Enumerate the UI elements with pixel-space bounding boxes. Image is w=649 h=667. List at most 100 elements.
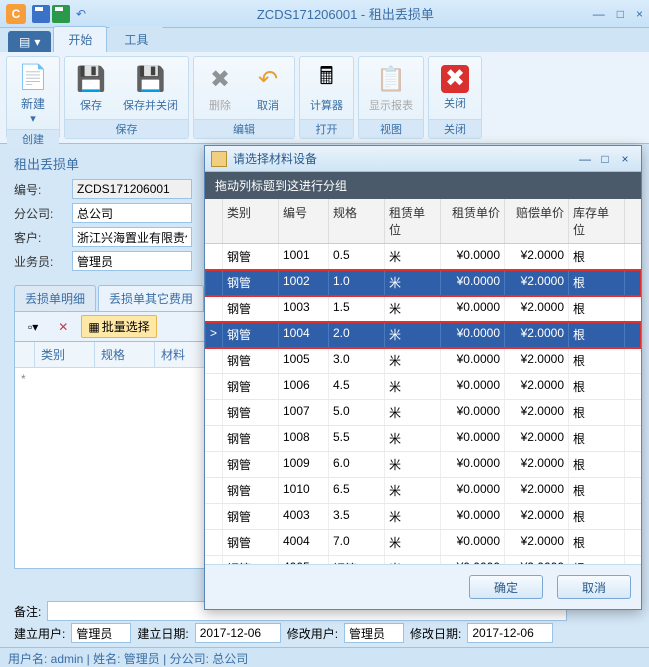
table-row[interactable]: 钢管10053.0米¥0.0000¥2.0000根 — [205, 348, 641, 374]
cell-comp: ¥2.0000 — [505, 478, 569, 503]
tab-loss-items[interactable]: 丢损单明细 — [14, 285, 96, 311]
qa-save-icon[interactable] — [32, 5, 50, 23]
dialog-cancel-button[interactable]: 取消 — [557, 575, 631, 599]
cell-code: 1004 — [279, 322, 329, 347]
col-category[interactable]: 类别 — [35, 342, 95, 367]
cell-stockunit: 根 — [569, 322, 625, 347]
table-row[interactable]: 钢管10085.5米¥0.0000¥2.0000根 — [205, 426, 641, 452]
table-row[interactable]: 钢管40047.0米¥0.0000¥2.0000根 — [205, 530, 641, 556]
clerk-field[interactable] — [72, 251, 192, 271]
cell-code: 1008 — [279, 426, 329, 451]
cell-code: 4004 — [279, 530, 329, 555]
remark-label: 备注: — [14, 603, 41, 620]
col-spec[interactable]: 规格 — [95, 342, 155, 367]
save-close-button[interactable]: 💾保存并关闭 — [119, 61, 182, 115]
table-row[interactable]: 钢管10010.5米¥0.0000¥2.0000根 — [205, 244, 641, 270]
dialog-close[interactable]: × — [615, 152, 635, 166]
quick-access: ↶ — [32, 5, 90, 23]
cell-spec: 1.0 — [329, 270, 385, 295]
save-close-icon: 💾 — [135, 63, 167, 95]
cell-category: 钢管 — [223, 530, 279, 555]
minimize-button[interactable]: — — [593, 7, 605, 21]
new-button[interactable]: 📄新建▾ — [13, 59, 53, 127]
tab-tools[interactable]: 工具 — [109, 26, 163, 52]
row-indicator — [205, 504, 223, 529]
group-open-label: 打开 — [300, 119, 353, 138]
cell-spec: 钢管5.0 — [329, 556, 385, 564]
col-dialog-spec[interactable]: 规格 — [329, 199, 385, 243]
col-dialog-rentprice[interactable]: 租赁单价 — [441, 199, 505, 243]
cell-rentprice: ¥0.0000 — [441, 530, 505, 555]
cdate-field — [195, 623, 281, 643]
cell-category: 钢管 — [223, 426, 279, 451]
col-dialog-category[interactable]: 类别 — [223, 199, 279, 243]
row-indicator — [205, 296, 223, 321]
file-tab[interactable]: ▤▾ — [8, 31, 51, 52]
close-button[interactable]: × — [636, 7, 643, 21]
cell-spec: 6.5 — [329, 478, 385, 503]
group-create-label: 创建 — [7, 129, 59, 148]
dialog-icon — [211, 151, 227, 167]
company-field[interactable] — [72, 203, 192, 223]
cell-spec: 5.0 — [329, 400, 385, 425]
dialog-minimize[interactable]: — — [575, 152, 595, 166]
cell-stockunit: 根 — [569, 530, 625, 555]
col-dialog-stockunit[interactable]: 库存单位 — [569, 199, 625, 243]
table-row[interactable]: >钢管10042.0米¥0.0000¥2.0000根 — [205, 322, 641, 348]
cell-stockunit: 根 — [569, 348, 625, 373]
delete-icon: ✖ — [204, 63, 236, 95]
cell-category: 钢管 — [223, 400, 279, 425]
cell-stockunit: 根 — [569, 374, 625, 399]
dialog-ok-button[interactable]: 确定 — [469, 575, 543, 599]
cell-rentunit: 米 — [385, 270, 441, 295]
add-row-button[interactable]: ▫▾ — [21, 317, 45, 337]
cell-rentprice: ¥0.0000 — [441, 348, 505, 373]
new-icon: 📄 — [17, 61, 49, 93]
customer-field[interactable] — [72, 227, 192, 247]
app-orb-icon[interactable]: C — [6, 4, 26, 24]
maximize-button[interactable]: □ — [617, 7, 624, 21]
close-doc-icon: ✖ — [441, 65, 469, 93]
dialog-titlebar[interactable]: 请选择材料设备 — □ × — [205, 146, 641, 172]
batch-select-button[interactable]: ▦批量选择 — [81, 315, 156, 338]
close-doc-button[interactable]: ✖关闭 — [435, 63, 475, 113]
dialog-maximize[interactable]: □ — [595, 152, 615, 166]
number-field[interactable] — [72, 179, 192, 199]
window-title: ZCDS171206001 - 租出丢损单 — [98, 4, 593, 23]
table-row[interactable]: 钢管10064.5米¥0.0000¥2.0000根 — [205, 374, 641, 400]
cancel-button[interactable]: ↶取消 — [248, 61, 288, 115]
remove-row-button[interactable]: ✕ — [51, 317, 75, 337]
cell-rentprice: ¥0.0000 — [441, 244, 505, 269]
tab-loss-fees[interactable]: 丢损单其它费用 — [98, 285, 204, 311]
statusbar: 用户名: admin | 姓名: 管理员 | 分公司: 总公司 — [0, 647, 649, 667]
group-by-bar[interactable]: 拖动列标题到这进行分组 — [205, 172, 641, 199]
cell-rentprice: ¥0.0000 — [441, 322, 505, 347]
group-open: 🖩计算器 打开 — [299, 56, 354, 139]
calculator-button[interactable]: 🖩计算器 — [306, 61, 347, 115]
qa-saveclose-icon[interactable] — [52, 5, 70, 23]
col-dialog-rentunit[interactable]: 租赁单位 — [385, 199, 441, 243]
cell-code: 1007 — [279, 400, 329, 425]
table-row[interactable]: 钢管10106.5米¥0.0000¥2.0000根 — [205, 478, 641, 504]
group-view-label: 视图 — [359, 119, 423, 138]
group-create: 📄新建▾ 创建 — [6, 56, 60, 139]
save-button[interactable]: 💾保存 — [71, 61, 111, 115]
cell-comp: ¥2.0000 — [505, 296, 569, 321]
table-row[interactable]: 钢管10021.0米¥0.0000¥2.0000根 — [205, 270, 641, 296]
cell-stockunit: 根 — [569, 400, 625, 425]
qa-undo-icon[interactable]: ↶ — [72, 5, 90, 23]
row-indicator — [205, 478, 223, 503]
cell-rentprice: ¥0.0000 — [441, 426, 505, 451]
report-button: 📋显示报表 — [365, 61, 417, 115]
table-row[interactable]: 钢管4005钢管5.0米¥0.0000¥2.0000根 — [205, 556, 641, 564]
table-row[interactable]: 钢管40033.5米¥0.0000¥2.0000根 — [205, 504, 641, 530]
customer-label: 客户: — [14, 229, 66, 246]
col-material[interactable]: 材料 — [155, 342, 205, 367]
table-row[interactable]: 钢管10096.0米¥0.0000¥2.0000根 — [205, 452, 641, 478]
table-row[interactable]: 钢管10031.5米¥0.0000¥2.0000根 — [205, 296, 641, 322]
table-row[interactable]: 钢管10075.0米¥0.0000¥2.0000根 — [205, 400, 641, 426]
mdate-field — [467, 623, 553, 643]
tab-start[interactable]: 开始 — [53, 26, 107, 52]
col-dialog-code[interactable]: 编号 — [279, 199, 329, 243]
col-dialog-comp[interactable]: 赔偿单价 — [505, 199, 569, 243]
